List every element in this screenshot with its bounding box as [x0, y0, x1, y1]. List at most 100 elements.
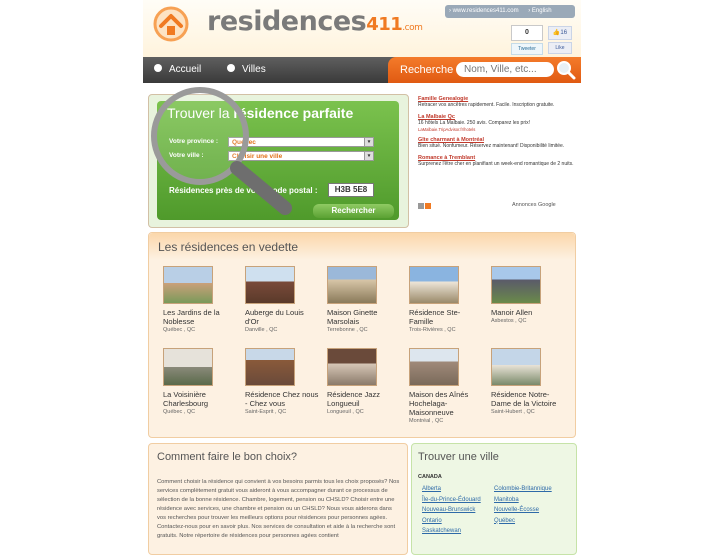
residence-photo[interactable]	[491, 348, 541, 386]
residence-photo[interactable]	[245, 348, 295, 386]
residence-photo[interactable]	[327, 348, 377, 386]
residence-location: Saint-Hubert , QC	[491, 409, 535, 415]
search-icon[interactable]	[556, 60, 576, 80]
postal-label: Résidences près de votre code postal :	[169, 186, 318, 195]
province-link[interactable]: Nouvelle-Écosse	[494, 505, 552, 516]
search-label: Recherche	[400, 64, 454, 76]
residence-name[interactable]: Résidence Chez nous - Chez vous	[245, 390, 319, 408]
residence-name[interactable]: Manoir Allen	[491, 308, 565, 317]
province-link[interactable]: Nouveau-Brunswick	[422, 505, 481, 516]
site-link[interactable]: › www.residences411.com	[449, 8, 519, 14]
residence-name[interactable]: Maison Ginette Marsolais	[327, 308, 401, 326]
logo-main: residences	[207, 6, 367, 37]
city-label: Votre ville :	[169, 152, 204, 159]
residence-photo[interactable]	[163, 266, 213, 304]
ads-by-google[interactable]: Annonces Google	[512, 202, 556, 208]
facebook-count: 👍16	[548, 26, 572, 40]
residence-finder: Trouver la résidence parfaite Votre prov…	[148, 94, 409, 228]
search-button[interactable]: Rechercher	[313, 204, 394, 218]
residence-photo[interactable]	[409, 348, 459, 386]
residence-location: Saint-Esprit , QC	[245, 409, 287, 415]
ad-description: 16 hôtels La Malbaie. 250 avis. Comparez…	[418, 120, 531, 126]
ad-description: Surprenez l'être cher en planifiant un w…	[418, 161, 574, 167]
ad-item[interactable]: Famille Genealogie Retracer vos ancêtres…	[418, 96, 576, 109]
city-select[interactable]: Choisir une ville ▾	[228, 151, 374, 161]
find-city-title: Trouver une ville	[418, 451, 499, 463]
featured-title: Les résidences en vedette	[158, 240, 299, 254]
google-ads: Famille Genealogie Retracer vos ancêtres…	[418, 96, 576, 218]
residence-name[interactable]: Maison des Aînés Hochelaga-Maisonneuve	[409, 390, 483, 417]
finder-title: Trouver la résidence parfaite	[167, 105, 353, 121]
residence-location: Asbestos , QC	[491, 318, 527, 324]
facebook-like-button[interactable]: Like	[548, 42, 572, 54]
postal-code-input[interactable]: H3B 5E8	[328, 183, 374, 197]
chevron-down-icon: ▾	[364, 138, 373, 146]
ad-item[interactable]: Gîte charmant à Montréal Bien situé. Non…	[418, 137, 576, 150]
province-link[interactable]: Ontario	[422, 516, 481, 527]
logo-com: .com	[402, 23, 423, 33]
province-link[interactable]: Manitoba	[494, 495, 552, 506]
nav-home[interactable]: Accueil	[154, 57, 201, 83]
province-list-left: Alberta Île-du-Prince-Édouard Nouveau-Br…	[422, 484, 481, 537]
find-city: Trouver une ville CANADA Alberta Île-du-…	[411, 443, 577, 555]
residence-name[interactable]: La Voisinière Charlesbourg	[163, 390, 237, 408]
nav-cities[interactable]: Villes	[227, 57, 266, 83]
residence-photo[interactable]	[409, 266, 459, 304]
residence-location: Longueuil , QC	[327, 409, 364, 415]
residence-card[interactable]: Auberge du Louis d'Or Danville , QC	[245, 266, 319, 333]
logo-num: 411	[366, 14, 403, 35]
residence-card[interactable]: Manoir Allen Asbestos , QC	[491, 266, 565, 324]
residence-card[interactable]: Les Jardins de la Noblesse Québec , QC	[163, 266, 237, 333]
residence-card[interactable]: Maison Ginette Marsolais Terrebonne , QC	[327, 266, 401, 333]
province-label: Votre province :	[169, 138, 219, 145]
province-link[interactable]: Québec	[494, 516, 552, 527]
finder-title-bold: résidence parfaite	[233, 105, 354, 121]
residence-card[interactable]: La Voisinière Charlesbourg Québec , QC	[163, 348, 237, 415]
ad-item[interactable]: La Malbaie Qc 16 hôtels La Malbaie. 250 …	[418, 114, 576, 132]
chevron-down-icon: ▾	[364, 152, 373, 160]
residence-location: Terrebonne , QC	[327, 327, 368, 333]
featured-residences: Les résidences en vedette Les Jardins de…	[148, 232, 576, 438]
residence-name[interactable]: Les Jardins de la Noblesse	[163, 308, 237, 326]
residence-photo[interactable]	[245, 266, 295, 304]
search-input[interactable]	[456, 62, 554, 77]
residence-name[interactable]: Auberge du Louis d'Or	[245, 308, 319, 326]
province-link[interactable]: Alberta	[422, 484, 481, 495]
residence-card[interactable]: Maison des Aînés Hochelaga-Maisonneuve M…	[409, 348, 483, 424]
ad-url[interactable]: LaMalbaie.TripAdvisor.fr/hotels	[418, 127, 576, 132]
ad-prev-icon[interactable]	[418, 203, 424, 209]
how-to-choose: Comment faire le bon choix? Comment choi…	[148, 443, 408, 555]
residence-name[interactable]: Résidence Notre-Dame de la Victoire	[491, 390, 565, 408]
residence-location: Trois-Rivières , QC	[409, 327, 456, 333]
ads-footer: Annonces Google	[418, 202, 558, 212]
residence-name[interactable]: Résidence Ste-Famille	[409, 308, 483, 326]
province-value: Québec	[232, 139, 256, 146]
residence-name[interactable]: Résidence Jazz Longueuil	[327, 390, 401, 408]
nav-home-label: Accueil	[169, 64, 202, 75]
finder-title-light: Trouver la	[167, 105, 230, 121]
residence-photo[interactable]	[491, 266, 541, 304]
nav-cities-label: Villes	[242, 64, 266, 75]
ad-description: Bien situé. Nonfumeur. Réservez maintena…	[418, 143, 565, 149]
share-count: 0	[511, 25, 543, 41]
residence-photo[interactable]	[163, 348, 213, 386]
province-link[interactable]: Saskatchewan	[422, 526, 481, 537]
left-margin	[0, 0, 143, 545]
site-logo[interactable]: residences411.com	[207, 6, 423, 37]
residence-location: Montréal , QC	[409, 418, 444, 424]
residence-card[interactable]: Résidence Ste-Famille Trois-Rivières , Q…	[409, 266, 483, 333]
province-select[interactable]: Québec ▾	[228, 137, 374, 147]
tweet-button[interactable]: Tweeter	[511, 43, 543, 55]
english-link[interactable]: › English	[528, 8, 551, 14]
ad-next-icon[interactable]	[425, 203, 431, 209]
residence-card[interactable]: Résidence Jazz Longueuil Longueuil , QC	[327, 348, 401, 415]
ad-item[interactable]: Romance à Tremblant Surprenez l'être che…	[418, 155, 576, 168]
header-search: Recherche	[388, 57, 581, 83]
residence-card[interactable]: Résidence Notre-Dame de la Victoire Sain…	[491, 348, 565, 415]
residence-location: Québec , QC	[163, 327, 196, 333]
facebook-count-value: 16	[560, 30, 568, 36]
province-link[interactable]: Île-du-Prince-Édouard	[422, 495, 481, 506]
residence-card[interactable]: Résidence Chez nous - Chez vous Saint-Es…	[245, 348, 319, 415]
residence-photo[interactable]	[327, 266, 377, 304]
province-link[interactable]: Colombie-Britannique	[494, 484, 552, 495]
